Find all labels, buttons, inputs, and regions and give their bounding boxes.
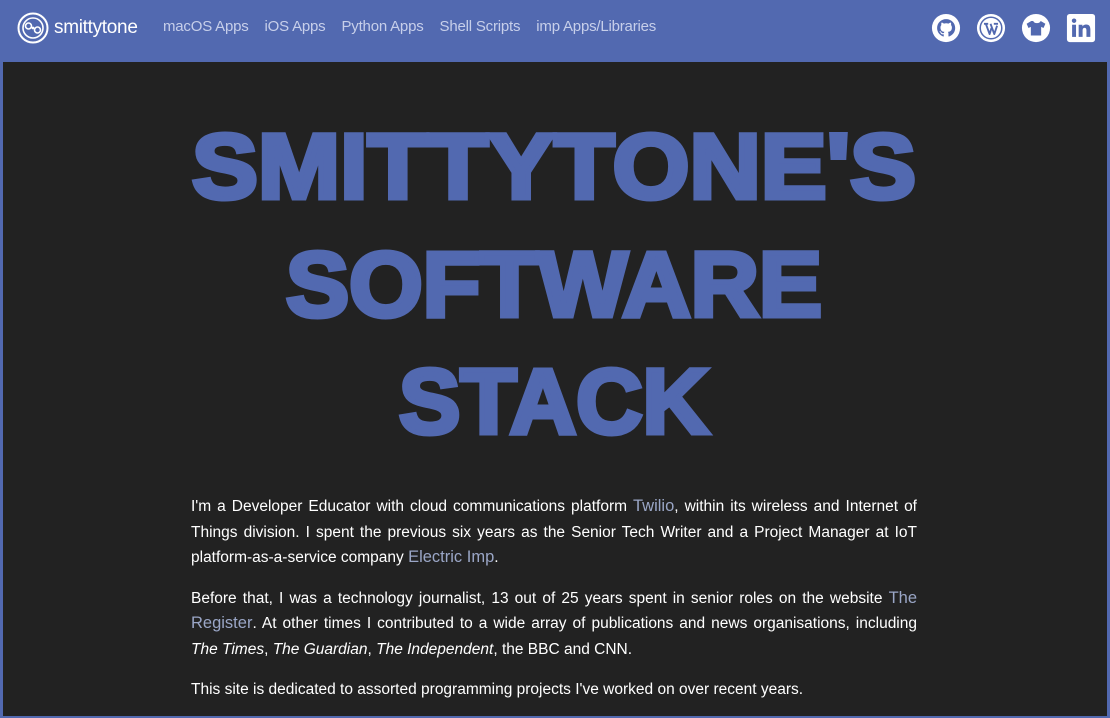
nav-menu: macOS Apps iOS Apps Python Apps Shell Sc… [163, 18, 672, 35]
main-panel: SMITTYTONE'S SOFTWARE STACK I'm a Develo… [3, 62, 1107, 716]
electric-imp-link[interactable]: Electric Imp [408, 548, 494, 566]
top-navbar: smittytone macOS Apps iOS Apps Python Ap… [0, 0, 1110, 62]
twilio-link[interactable]: Twilio [633, 497, 674, 515]
social-links [916, 13, 1096, 43]
intro-paragraph-3: This site is dedicated to assorted progr… [191, 681, 804, 698]
github-icon[interactable] [931, 13, 961, 43]
hero-title-line-1: SMITTYTONE'S [192, 116, 916, 218]
hero-title: SMITTYTONE'S SOFTWARE STACK [190, 114, 919, 456]
intro-text: I'm a Developer Educator with cloud comm… [191, 494, 917, 718]
linkedin-icon[interactable] [1066, 13, 1096, 43]
wordpress-icon[interactable] [976, 13, 1006, 43]
nav-link-python-apps[interactable]: Python Apps [341, 18, 423, 35]
publication-the-independent: The Independent [376, 640, 494, 658]
intro-paragraph-1: I'm a Developer Educator with cloud comm… [191, 497, 917, 566]
nav-link-ios-apps[interactable]: iOS Apps [265, 18, 326, 35]
nav-link-macos-apps[interactable]: macOS Apps [163, 18, 249, 35]
brand-logo-icon [17, 12, 49, 44]
publication-the-guardian: The Guardian [272, 640, 368, 658]
brand-link[interactable]: smittytone [17, 12, 138, 44]
brand-name: smittytone [54, 17, 138, 38]
publication-the-times: The Times [191, 640, 265, 658]
tshirt-icon[interactable] [1021, 13, 1051, 43]
intro-paragraph-2: Before that, I was a technology journali… [191, 588, 917, 658]
nav-link-imp-apps-libraries[interactable]: imp Apps/Libraries [536, 18, 656, 35]
nav-link-shell-scripts[interactable]: Shell Scripts [440, 18, 521, 35]
hero-title-line-2: SOFTWARE [286, 234, 822, 336]
hero-title-line-3: STACK [399, 351, 709, 453]
